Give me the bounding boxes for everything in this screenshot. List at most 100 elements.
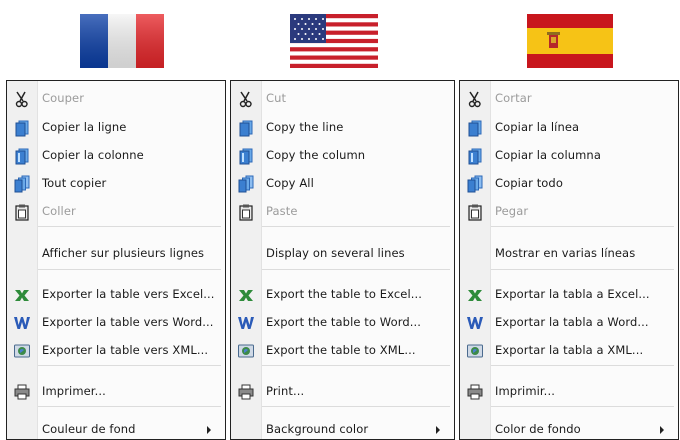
menu-item-label: Copy All (266, 176, 314, 190)
menu-separator (491, 406, 674, 407)
copy-all-icon (466, 175, 484, 193)
menu-item-paste: Pegar (460, 199, 678, 225)
menu-item-label: Copier la ligne (42, 120, 127, 134)
menu-item-copy-all[interactable]: Copiar todo (460, 171, 678, 197)
menu-item-export-word[interactable]: Exporter la table vers Word... (7, 310, 225, 336)
menu-separator (262, 226, 450, 227)
copy-column-icon (237, 147, 255, 165)
menu-separator (491, 269, 674, 270)
us-flag (290, 10, 378, 70)
menu-item-label: Exportar la tabla a XML... (495, 343, 644, 357)
submenu-arrow-icon (436, 426, 440, 434)
menu-separator (38, 269, 221, 270)
menu-item-export-excel[interactable]: Exporter la table vers Excel... (7, 282, 225, 308)
menu-item-label: Imprimir... (495, 384, 555, 398)
menu-item-copy-line[interactable]: Copy the line (231, 115, 454, 141)
menu-item-background-color[interactable]: Background color (231, 417, 454, 439)
xml-icon (237, 342, 255, 360)
menu-item-copy-column[interactable]: Copier la colonne (7, 143, 225, 169)
menu-item-label: Copiar la columna (495, 148, 601, 162)
menu-item-cut: Cut (231, 86, 454, 112)
printer-icon (237, 383, 255, 401)
menu-item-export-excel[interactable]: Export the table to Excel... (231, 282, 454, 308)
menu-separator (262, 406, 450, 407)
menu-item-multi-line[interactable]: Mostrar en varias líneas (460, 241, 678, 267)
menu-item-label: Export the table to Excel... (266, 287, 423, 301)
menu-item-background-color[interactable]: Couleur de fond (7, 417, 225, 439)
menu-item-label: Afficher sur plusieurs lignes (42, 246, 205, 260)
menu-item-label: Background color (266, 422, 369, 436)
scissors-icon (237, 90, 255, 108)
menu-item-label: Couleur de fond (42, 422, 136, 436)
menu-item-label: Tout copier (42, 176, 107, 190)
menu-item-label: Print... (266, 384, 305, 398)
menu-item-label: Imprimer... (42, 384, 106, 398)
menu-separator (38, 365, 221, 366)
menu-item-copy-all[interactable]: Tout copier (7, 171, 225, 197)
menu-item-multi-line[interactable]: Afficher sur plusieurs lignes (7, 241, 225, 267)
copy-column-icon (466, 147, 484, 165)
context-menu-french: Couper Copier la ligne Copier la colonne To… (6, 80, 226, 440)
menu-item-label: Copy the line (266, 120, 344, 134)
menu-item-copy-column[interactable]: Copiar la columna (460, 143, 678, 169)
copy-line-icon (466, 119, 484, 137)
menu-item-export-xml[interactable]: Exportar la tabla a XML... (460, 338, 678, 364)
menu-item-label: Mostrar en varias líneas (495, 246, 636, 260)
clipboard-icon (13, 203, 31, 221)
menu-separator (491, 365, 674, 366)
menu-item-label: Exporter la table vers XML... (42, 343, 209, 357)
menu-item-export-word[interactable]: Export the table to Word... (231, 310, 454, 336)
menu-item-label: Pegar (495, 204, 529, 218)
menu-item-label: Paste (266, 204, 298, 218)
word-icon (237, 314, 255, 332)
submenu-arrow-icon (660, 426, 664, 434)
copy-all-icon (13, 175, 31, 193)
word-icon (13, 314, 31, 332)
copy-line-icon (13, 119, 31, 137)
french-flag (80, 10, 164, 70)
menu-item-multi-line[interactable]: Display on several lines (231, 241, 454, 267)
xml-icon (13, 342, 31, 360)
menu-item-label: Copiar la línea (495, 120, 580, 134)
xml-icon (466, 342, 484, 360)
menu-item-background-color[interactable]: Color de fondo (460, 417, 678, 439)
menu-item-copy-column[interactable]: Copy the column (231, 143, 454, 169)
menu-item-export-excel[interactable]: Exportar la tabla a Excel... (460, 282, 678, 308)
menu-item-export-word[interactable]: Exportar la tabla a Word... (460, 310, 678, 336)
menu-item-label: Copy the column (266, 148, 366, 162)
menu-item-copy-all[interactable]: Copy All (231, 171, 454, 197)
menu-item-paste: Paste (231, 199, 454, 225)
menu-item-label: Cortar (495, 91, 532, 105)
menu-item-cut: Cortar (460, 86, 678, 112)
context-menu-spanish: Cortar Copiar la línea Copiar la columna Co… (459, 80, 679, 440)
menu-item-label: Cut (266, 91, 287, 105)
word-icon (466, 314, 484, 332)
menu-item-print[interactable]: Imprimer... (7, 379, 225, 405)
menu-separator (38, 406, 221, 407)
excel-icon (13, 286, 31, 304)
menu-item-label: Copiar todo (495, 176, 563, 190)
menu-item-label: Export the table to Word... (266, 315, 422, 329)
menu-item-label: Exporter la table vers Word... (42, 315, 214, 329)
menu-item-copy-line[interactable]: Copier la ligne (7, 115, 225, 141)
printer-icon (13, 383, 31, 401)
excel-icon (466, 286, 484, 304)
menu-separator (262, 365, 450, 366)
menu-item-label: Exportar la tabla a Excel... (495, 287, 650, 301)
menu-item-print[interactable]: Print... (231, 379, 454, 405)
menu-item-cut: Couper (7, 86, 225, 112)
submenu-arrow-icon (207, 426, 211, 434)
menu-item-print[interactable]: Imprimir... (460, 379, 678, 405)
scissors-icon (13, 90, 31, 108)
clipboard-icon (466, 203, 484, 221)
menu-separator (262, 269, 450, 270)
menu-item-copy-line[interactable]: Copiar la línea (460, 115, 678, 141)
menu-item-export-xml[interactable]: Exporter la table vers XML... (7, 338, 225, 364)
context-menu-english: Cut Copy the line Copy the column Copy All P… (230, 80, 455, 440)
menu-item-export-xml[interactable]: Export the table to XML... (231, 338, 454, 364)
printer-icon (466, 383, 484, 401)
menu-item-label: Color de fondo (495, 422, 581, 436)
menu-item-label: Export the table to XML... (266, 343, 416, 357)
menu-item-label: Couper (42, 91, 85, 105)
excel-icon (237, 286, 255, 304)
